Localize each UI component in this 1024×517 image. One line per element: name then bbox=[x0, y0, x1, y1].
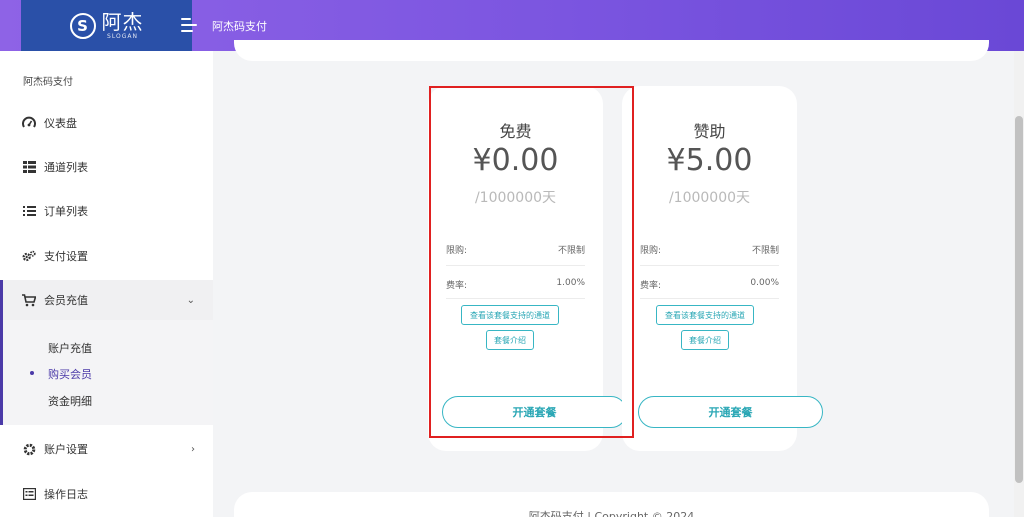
footer: 阿杰码支付 | Copyright © 2024 bbox=[234, 492, 989, 517]
scrollbar-thumb[interactable] bbox=[1015, 116, 1023, 483]
sidebar-item-label: 仪表盘 bbox=[44, 117, 77, 130]
table-icon bbox=[22, 160, 36, 174]
plan-limit-value: 不限制 bbox=[751, 246, 779, 256]
logo-text: 阿杰 bbox=[101, 10, 144, 34]
cart-icon bbox=[22, 293, 36, 307]
sidebar-brand: 阿杰码支付 bbox=[23, 77, 73, 88]
plan-name: 赞助 bbox=[693, 122, 726, 141]
plan-intro-button[interactable]: 套餐介绍 bbox=[681, 330, 729, 350]
plan-rate-value: 0.00% bbox=[750, 278, 779, 288]
submenu-membership: 账户充值 购买会员 资金明细 bbox=[0, 320, 213, 425]
footer-text: 阿杰码支付 | Copyright © 2024 bbox=[528, 510, 695, 517]
log-icon bbox=[22, 487, 36, 501]
dashboard-icon bbox=[22, 116, 36, 130]
gears-icon bbox=[22, 249, 36, 263]
plan-price: ¥5.00 bbox=[666, 143, 753, 178]
open-plan-button[interactable]: 开通套餐 bbox=[638, 396, 823, 428]
view-channels-button[interactable]: 查看该套餐支持的通道 bbox=[656, 305, 754, 325]
sidebar-item-label: 账户设置 bbox=[44, 443, 88, 456]
plan-period: /1000000天 bbox=[668, 190, 751, 206]
list-icon bbox=[22, 204, 36, 218]
divider bbox=[640, 265, 779, 266]
plan-limit-label: 限购: bbox=[640, 246, 662, 256]
logo[interactable]: S 阿杰 SLOGAN bbox=[21, 0, 192, 51]
sidebar-item-label: 支付设置 bbox=[44, 250, 88, 263]
chevron-down-icon: ⌄ bbox=[186, 294, 195, 306]
submenu-item-buy-membership[interactable]: 购买会员 bbox=[48, 366, 92, 382]
sidebar-item-dashboard[interactable]: 仪表盘 bbox=[0, 103, 213, 143]
gear-icon bbox=[22, 442, 36, 456]
sidebar-item-orders[interactable]: 订单列表 bbox=[0, 191, 213, 231]
chevron-right-icon: › bbox=[191, 443, 195, 455]
sidebar-item-membership[interactable]: 会员充值 ⌄ bbox=[0, 280, 213, 320]
sidebar-item-label: 订单列表 bbox=[44, 205, 88, 218]
sidebar: 阿杰码支付 仪表盘 通道列表 订单列表 支付设置 会员充值 ⌄ 账户充值 购买会… bbox=[0, 51, 213, 517]
sidebar-item-logs[interactable]: 操作日志 bbox=[0, 474, 213, 514]
plan-card-sponsor: 赞助 ¥5.00 /1000000天 限购: 不限制 费率: 0.00% 查看该… bbox=[622, 86, 823, 451]
plan-rate-label: 费率: bbox=[640, 281, 662, 291]
page-title: 阿杰码支付 bbox=[212, 20, 267, 33]
active-dot-icon bbox=[30, 371, 34, 375]
sidebar-item-channels[interactable]: 通道列表 bbox=[0, 147, 213, 187]
content-header-card bbox=[234, 40, 989, 61]
sidebar-item-label: 通道列表 bbox=[44, 161, 88, 174]
logo-mark: S bbox=[69, 12, 96, 39]
menu-toggle-icon[interactable] bbox=[181, 17, 199, 33]
divider bbox=[640, 298, 779, 299]
submenu-item-recharge[interactable]: 账户充值 bbox=[48, 340, 92, 356]
sidebar-item-label: 操作日志 bbox=[44, 488, 88, 501]
logo-slogan: SLOGAN bbox=[107, 33, 138, 40]
sidebar-item-account-settings[interactable]: 账户设置 › bbox=[0, 429, 213, 469]
submenu-item-funds[interactable]: 资金明细 bbox=[48, 393, 92, 409]
scrollbar[interactable] bbox=[1014, 51, 1024, 517]
highlight-box bbox=[429, 86, 634, 438]
sidebar-item-payment-settings[interactable]: 支付设置 bbox=[0, 236, 213, 276]
sidebar-item-label: 会员充值 bbox=[44, 294, 88, 307]
